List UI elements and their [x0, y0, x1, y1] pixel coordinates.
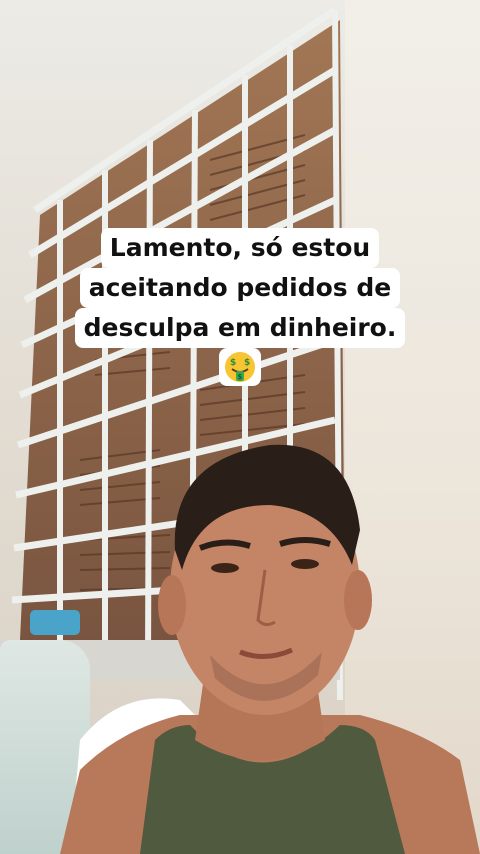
caption-line-3: desculpa em dinheiro.: [74, 308, 406, 348]
svg-text:$: $: [230, 358, 236, 368]
caption-line-1: Lamento, só estou: [100, 228, 380, 268]
svg-text:$: $: [238, 373, 243, 381]
svg-text:$: $: [244, 358, 250, 368]
money-mouth-face-icon: $ $ $: [219, 348, 261, 386]
caption-overlay: Lamento, só estou aceitando pedidos de d…: [0, 228, 480, 388]
caption-line-2: aceitando pedidos de: [79, 268, 401, 308]
person: [60, 444, 480, 854]
video-frame: Lamento, só estou aceitando pedidos de d…: [0, 0, 480, 854]
